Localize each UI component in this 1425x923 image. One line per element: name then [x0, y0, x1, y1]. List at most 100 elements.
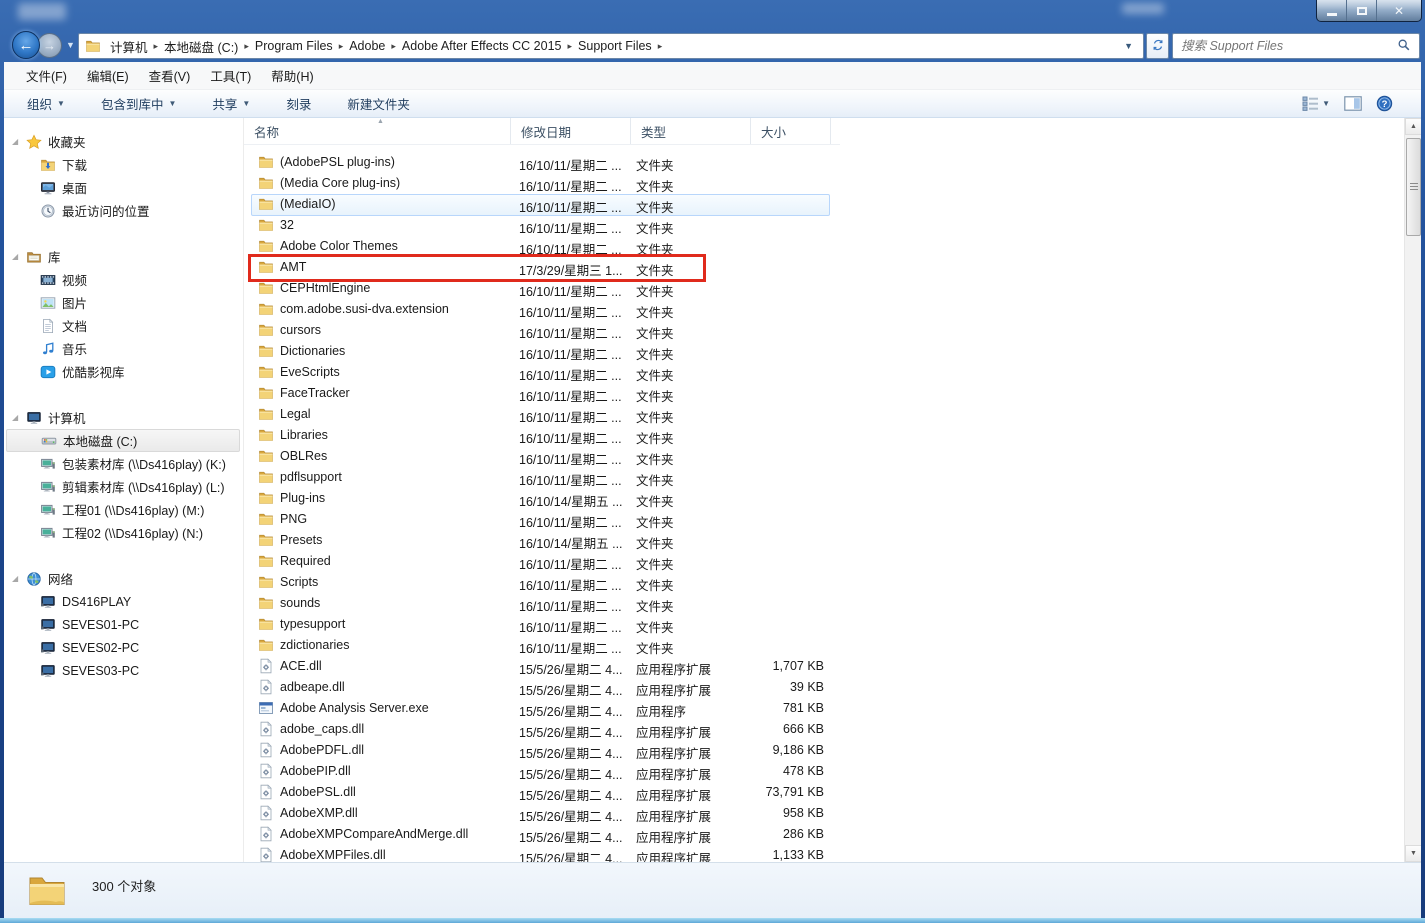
- history-chevron-icon[interactable]: ▼: [66, 40, 75, 50]
- table-row[interactable]: EveScripts 16/10/11/星期二 ... 文件夹: [244, 362, 1402, 383]
- table-row[interactable]: typesupport 16/10/11/星期二 ... 文件夹: [244, 614, 1402, 635]
- table-row[interactable]: zdictionaries 16/10/11/星期二 ... 文件夹: [244, 635, 1402, 656]
- search-input[interactable]: [1181, 39, 1397, 53]
- column-header-type[interactable]: 类型: [631, 118, 751, 144]
- table-row[interactable]: AdobePDFL.dll 15/5/26/星期二 4... 应用程序扩展 9,186…: [244, 740, 1402, 761]
- sidebar-item[interactable]: 优酷影视库: [4, 360, 243, 383]
- sidebar-item[interactable]: 剪辑素材库 (\\Ds416play) (L:): [4, 475, 243, 498]
- table-row[interactable]: AMT 17/3/29/星期三 1... 文件夹: [244, 257, 1402, 278]
- close-button[interactable]: ✕: [1377, 0, 1421, 21]
- table-row[interactable]: OBLRes 16/10/11/星期二 ... 文件夹: [244, 446, 1402, 467]
- column-header-date[interactable]: 修改日期: [511, 118, 631, 144]
- sidebar-item[interactable]: 包装素材库 (\\Ds416play) (K:): [4, 452, 243, 475]
- table-row[interactable]: AdobeXMPFiles.dll 15/5/26/星期二 4... 应用程序扩展 1…: [244, 845, 1402, 862]
- menu-item[interactable]: 工具(T): [200, 62, 261, 89]
- maximize-button[interactable]: [1347, 0, 1377, 21]
- breadcrumb-item[interactable]: Program Files: [250, 39, 338, 53]
- menu-item[interactable]: 文件(F): [16, 62, 77, 89]
- sidebar-item[interactable]: 桌面: [4, 176, 243, 199]
- table-row[interactable]: Required 16/10/11/星期二 ... 文件夹: [244, 551, 1402, 572]
- breadcrumb-bar[interactable]: 计算机 ▸ 本地磁盘 (C:) ▸ Program Files ▸ Adobe ▸ Adobe …: [78, 33, 1144, 59]
- vertical-scrollbar[interactable]: ▲ ▼: [1404, 118, 1421, 862]
- table-row[interactable]: pdflsupport 16/10/11/星期二 ... 文件夹: [244, 467, 1402, 488]
- toolbar-button[interactable]: 共享 ▼: [203, 91, 259, 116]
- table-row[interactable]: (Media Core plug-ins) 16/10/11/星期二 ... 文件夹: [244, 173, 1402, 194]
- sidebar-group-header[interactable]: ◢ 收藏夹: [4, 130, 243, 153]
- refresh-button[interactable]: [1146, 33, 1169, 59]
- table-row[interactable]: AdobePSL.dll 15/5/26/星期二 4... 应用程序扩展 73,791…: [244, 782, 1402, 803]
- table-row[interactable]: sounds 16/10/11/星期二 ... 文件夹: [244, 593, 1402, 614]
- scroll-down-button[interactable]: ▼: [1405, 845, 1421, 862]
- table-row[interactable]: adobe_caps.dll 15/5/26/星期二 4... 应用程序扩展 666 …: [244, 719, 1402, 740]
- sidebar-item[interactable]: 工程01 (\\Ds416play) (M:): [4, 498, 243, 521]
- toolbar-button[interactable]: 新建文件夹: [338, 91, 419, 116]
- sidebar-item[interactable]: DS416PLAY: [4, 590, 243, 613]
- table-row[interactable]: cursors 16/10/11/星期二 ... 文件夹: [244, 320, 1402, 341]
- sidebar-group-header[interactable]: ◢ 库: [4, 245, 243, 268]
- forward-button[interactable]: →: [37, 33, 62, 58]
- breadcrumb-item[interactable]: Adobe: [344, 39, 390, 53]
- table-row[interactable]: Libraries 16/10/11/星期二 ... 文件夹: [244, 425, 1402, 446]
- toolbar-button[interactable]: 组织 ▼: [18, 91, 74, 116]
- sidebar-item[interactable]: 下载: [4, 153, 243, 176]
- change-view-button[interactable]: ▼: [1302, 96, 1330, 111]
- preview-pane-button[interactable]: [1344, 96, 1362, 111]
- file-name: PNG: [280, 512, 308, 526]
- menu-item[interactable]: 查看(V): [139, 62, 201, 89]
- scrollbar-thumb[interactable]: [1406, 138, 1421, 236]
- sidebar-group-header[interactable]: ◢ 网络: [4, 567, 243, 590]
- back-button[interactable]: ←: [12, 31, 40, 59]
- sidebar-item[interactable]: SEVES01-PC: [4, 613, 243, 636]
- breadcrumb-item[interactable]: 计算机: [105, 37, 153, 56]
- sidebar-item[interactable]: 最近访问的位置: [4, 199, 243, 222]
- table-row[interactable]: 32 16/10/11/星期二 ... 文件夹: [244, 215, 1402, 236]
- table-row[interactable]: (MediaIO) 16/10/11/星期二 ... 文件夹: [244, 194, 1402, 216]
- sidebar-item[interactable]: 音乐: [4, 337, 243, 360]
- table-row[interactable]: AdobeXMPCompareAndMerge.dll 15/5/26/星期二 4…: [244, 824, 1402, 845]
- table-row[interactable]: AdobeXMP.dll 15/5/26/星期二 4... 应用程序扩展 958 KB: [244, 803, 1402, 824]
- toolbar-button[interactable]: 刻录: [277, 91, 320, 116]
- expander-icon[interactable]: ◢: [12, 413, 18, 422]
- table-row[interactable]: Adobe Color Themes 16/10/11/星期二 ... 文件夹: [244, 236, 1402, 257]
- sidebar-item[interactable]: 图片: [4, 291, 243, 314]
- table-row[interactable]: PNG 16/10/11/星期二 ... 文件夹: [244, 509, 1402, 530]
- minimize-button[interactable]: [1317, 0, 1347, 21]
- sidebar-item[interactable]: SEVES03-PC: [4, 659, 243, 682]
- table-row[interactable]: CEPHtmlEngine 16/10/11/星期二 ... 文件夹: [244, 278, 1402, 299]
- sidebar-item[interactable]: 本地磁盘 (C:): [6, 429, 240, 452]
- expander-icon[interactable]: ◢: [12, 137, 18, 146]
- table-row[interactable]: (AdobePSL plug-ins) 16/10/11/星期二 ... 文件夹: [244, 152, 1402, 173]
- table-row[interactable]: FaceTracker 16/10/11/星期二 ... 文件夹: [244, 383, 1402, 404]
- toolbar-button[interactable]: 包含到库中 ▼: [92, 91, 185, 116]
- sidebar-item[interactable]: 文档: [4, 314, 243, 337]
- menu-item[interactable]: 编辑(E): [77, 62, 139, 89]
- scroll-up-button[interactable]: ▲: [1405, 118, 1421, 135]
- breadcrumb-separator-icon[interactable]: ▸: [657, 41, 664, 52]
- table-row[interactable]: com.adobe.susi-dva.extension 16/10/11/星期二…: [244, 299, 1402, 320]
- address-dropdown-icon[interactable]: ▼: [1120, 41, 1137, 51]
- breadcrumb-item[interactable]: Support Files: [573, 39, 657, 53]
- expander-icon[interactable]: ◢: [12, 252, 18, 261]
- search-icon[interactable]: [1397, 38, 1411, 55]
- column-header-size[interactable]: 大小: [751, 118, 831, 144]
- sidebar-group-header[interactable]: ◢ 计算机: [4, 406, 243, 429]
- table-row[interactable]: ACE.dll 15/5/26/星期二 4... 应用程序扩展 1,707 KB: [244, 656, 1402, 677]
- table-row[interactable]: AdobePIP.dll 15/5/26/星期二 4... 应用程序扩展 478 KB: [244, 761, 1402, 782]
- table-row[interactable]: Presets 16/10/14/星期五 ... 文件夹: [244, 530, 1402, 551]
- table-row[interactable]: Scripts 16/10/11/星期二 ... 文件夹: [244, 572, 1402, 593]
- table-row[interactable]: Legal 16/10/11/星期二 ... 文件夹: [244, 404, 1402, 425]
- sidebar-item[interactable]: SEVES02-PC: [4, 636, 243, 659]
- table-row[interactable]: Plug-ins 16/10/14/星期五 ... 文件夹: [244, 488, 1402, 509]
- column-header-name[interactable]: 名称 ▲: [244, 118, 511, 144]
- table-row[interactable]: adbeape.dll 15/5/26/星期二 4... 应用程序扩展 39 KB: [244, 677, 1402, 698]
- breadcrumb-item[interactable]: 本地磁盘 (C:): [159, 37, 243, 56]
- breadcrumb-item[interactable]: Adobe After Effects CC 2015: [397, 39, 567, 53]
- table-row[interactable]: Adobe Analysis Server.exe 15/5/26/星期二 4..…: [244, 698, 1402, 719]
- expander-icon[interactable]: ◢: [12, 574, 18, 583]
- menu-item[interactable]: 帮助(H): [261, 62, 323, 89]
- help-button[interactable]: ?: [1376, 95, 1393, 112]
- search-box[interactable]: [1172, 33, 1420, 59]
- sidebar-item[interactable]: 工程02 (\\Ds416play) (N:): [4, 521, 243, 544]
- sidebar-item[interactable]: 视频: [4, 268, 243, 291]
- table-row[interactable]: Dictionaries 16/10/11/星期二 ... 文件夹: [244, 341, 1402, 362]
